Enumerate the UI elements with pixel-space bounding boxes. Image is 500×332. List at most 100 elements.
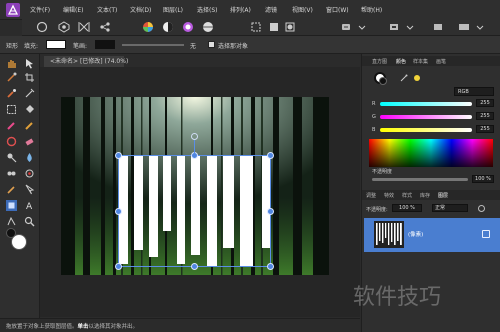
resize-handle-top[interactable] [191, 152, 198, 159]
stroke-color-swatch[interactable] [95, 40, 115, 49]
blur-tool-icon[interactable] [24, 152, 35, 163]
hand-tool-icon[interactable] [6, 58, 17, 69]
resize-handle-left[interactable] [115, 208, 122, 215]
resize-handle-top-right[interactable] [267, 152, 274, 159]
selection-mode-icon[interactable] [250, 21, 262, 33]
snapping-dropdown-icon[interactable] [356, 21, 368, 33]
current-color-dot [414, 75, 420, 81]
contrast-icon[interactable] [162, 21, 174, 33]
color-mode-select[interactable]: RGB [454, 87, 494, 96]
menu-select[interactable]: 选择(S) [197, 5, 218, 14]
secondary-color-swatch[interactable] [6, 228, 16, 238]
hsl-icon[interactable] [182, 21, 194, 33]
marquee-tool-icon[interactable] [6, 104, 17, 115]
red-value[interactable]: 255 [476, 99, 494, 107]
color-spectrum-picker[interactable] [369, 139, 493, 167]
refine-icon[interactable] [268, 21, 280, 33]
menu-arrange[interactable]: 排列(A) [230, 5, 251, 14]
dodge-tool-icon[interactable] [6, 152, 17, 163]
menu-edit[interactable]: 编辑(E) [63, 5, 83, 14]
clone-tool-icon[interactable] [6, 136, 17, 147]
menu-window[interactable]: 窗口(W) [326, 5, 349, 14]
zoom-tool-icon[interactable] [24, 216, 35, 227]
tab-color[interactable]: 颜色 [396, 58, 406, 65]
tab-styles[interactable]: 样式 [402, 192, 412, 199]
persona-export-icon[interactable] [99, 21, 111, 33]
rectangle-tool-icon[interactable] [6, 200, 17, 211]
fill-tool-icon[interactable] [24, 104, 35, 115]
assistant-dropdown-icon[interactable] [404, 21, 416, 33]
snapping-icon[interactable] [340, 21, 352, 33]
blend-mode-select[interactable]: 正常 [432, 204, 468, 212]
menu-text[interactable]: 文本(T) [97, 5, 117, 14]
blue-value[interactable]: 255 [476, 125, 494, 133]
eyedropper-icon[interactable] [400, 74, 408, 82]
menu-filters[interactable]: 滤镜 [265, 5, 277, 14]
green-value[interactable]: 255 [476, 112, 494, 120]
menu-view[interactable]: 视图(V) [292, 5, 313, 14]
svg-text:A: A [26, 202, 33, 211]
color-wheel-icon[interactable] [142, 21, 154, 33]
tab-histogram[interactable]: 直方图 [372, 58, 387, 65]
account-icon[interactable] [458, 21, 470, 33]
selection-bounding-box[interactable] [118, 155, 271, 267]
red-eye-tool-icon[interactable] [24, 168, 35, 179]
quick-mask-icon[interactable] [284, 21, 296, 33]
menu-help[interactable]: 帮助(H) [361, 5, 382, 14]
account-dropdown-icon[interactable] [474, 21, 486, 33]
color-panel-tabs: 直方图 颜色 样本集 画笔 [362, 56, 500, 66]
layer-visibility-checkbox[interactable] [482, 230, 490, 238]
tab-swatches[interactable]: 样本集 [413, 58, 428, 65]
paint-brush-icon[interactable] [6, 120, 17, 131]
eraser-tool-icon[interactable] [24, 136, 35, 147]
selection-brush-icon[interactable] [6, 88, 17, 99]
layer-opacity-value[interactable]: 100 % [392, 204, 422, 212]
assistant-icon[interactable] [388, 21, 400, 33]
persona-toolbar [22, 18, 500, 36]
document-tab[interactable]: <未命名> [已修改] (74.0%) [44, 56, 128, 67]
move-tool-icon[interactable] [24, 58, 35, 69]
white-balance-icon[interactable] [202, 21, 214, 33]
green-slider[interactable] [380, 115, 472, 119]
tab-brushes[interactable]: 画笔 [436, 58, 446, 65]
opacity-slider[interactable] [372, 178, 468, 181]
affinity-photo-logo-icon[interactable] [6, 3, 20, 17]
fill-color-swatch[interactable] [46, 40, 66, 49]
resize-handle-bottom-right[interactable] [267, 263, 274, 270]
tab-layers[interactable]: 图层 [438, 192, 448, 199]
select-object-checkbox[interactable] [208, 41, 215, 48]
blue-slider[interactable] [380, 128, 472, 132]
resize-handle-right[interactable] [267, 208, 274, 215]
text-tool-icon[interactable]: A [24, 200, 35, 212]
opacity-value[interactable]: 100 % [472, 175, 494, 183]
node-tool-icon[interactable] [24, 184, 35, 195]
menu-file[interactable]: 文件(F) [30, 5, 50, 14]
red-slider[interactable] [380, 102, 472, 106]
resize-handle-bottom-left[interactable] [115, 263, 122, 270]
menu-layer[interactable]: 图层(L) [163, 5, 183, 14]
layer-row-pixel[interactable]: (像素) [364, 218, 500, 252]
tab-adjustments[interactable]: 调整 [366, 192, 376, 199]
healing-tool-icon[interactable] [6, 168, 17, 179]
color-picker-tool-icon[interactable] [6, 72, 17, 83]
red-label: R [372, 101, 376, 107]
tab-stock[interactable]: 库存 [420, 192, 430, 199]
view-tool-icon[interactable] [6, 216, 17, 227]
persona-photo-icon[interactable] [36, 21, 48, 33]
rotate-handle[interactable] [191, 133, 198, 140]
stroke-color-circle[interactable] [379, 77, 387, 85]
pen-tool-icon[interactable] [6, 184, 17, 195]
flood-select-icon[interactable] [24, 88, 35, 99]
tab-effects[interactable]: 特效 [384, 192, 394, 199]
menu-document[interactable]: 文档(D) [130, 5, 151, 14]
crop-tool-icon[interactable] [24, 72, 35, 83]
layer-settings-icon[interactable] [478, 205, 485, 212]
view-toggle-icon[interactable] [432, 21, 444, 33]
persona-liquify-icon[interactable] [58, 21, 70, 33]
pixel-tool-icon[interactable] [24, 120, 35, 131]
stroke-width-slider[interactable] [122, 44, 184, 46]
resize-handle-bottom[interactable] [191, 263, 198, 270]
persona-develop-icon[interactable] [78, 21, 90, 33]
status-bar: 拖放置于对象上获取图层值。单击以选择其对象并出。 [0, 318, 360, 332]
resize-handle-top-left[interactable] [115, 152, 122, 159]
